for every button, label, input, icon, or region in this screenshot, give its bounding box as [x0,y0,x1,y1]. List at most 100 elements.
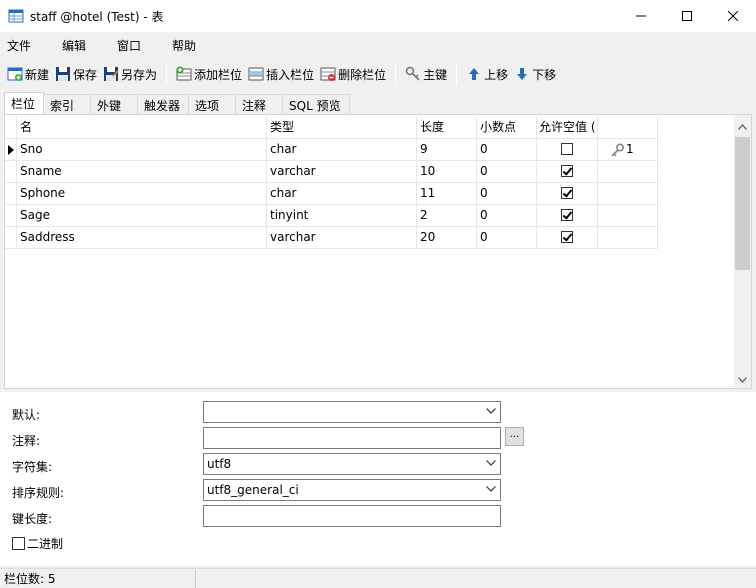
primary-key-button[interactable]: 主键 [402,62,450,86]
menu-edit[interactable]: 编辑 [55,37,98,54]
nullable-checkbox[interactable] [561,186,573,199]
field-decimals-cell[interactable]: 0 [477,205,537,227]
chevron-down-icon [738,376,747,383]
nullable-checkbox[interactable] [561,142,573,155]
row-indicator [5,139,17,161]
field-key-cell[interactable]: 1 [598,139,658,161]
tab-triggers[interactable]: 触发器 [137,94,190,114]
field-key-cell[interactable] [598,227,658,249]
menu-window[interactable]: 窗口 [110,37,153,54]
field-length-cell[interactable]: 2 [417,205,477,227]
default-select[interactable] [203,401,501,423]
maximize-button[interactable] [664,0,710,32]
collation-select[interactable]: utf8_general_ci [203,479,501,501]
tab-fields[interactable]: 栏位 [4,92,45,114]
field-properties-panel: 默认: 注释: ... 字符集: utf8 排序规则: utf8_general… [0,392,756,566]
move-up-button[interactable]: 上移 [463,62,511,86]
nullable-checkbox[interactable] [561,230,573,243]
field-length-cell[interactable]: 11 [417,183,477,205]
column-header-nullable[interactable]: 允许空值 ( [537,117,598,139]
menu-file[interactable]: 文件 [0,37,43,54]
chevron-up-icon [738,123,747,130]
table-row[interactable]: Sage tinyint 2 0 [5,205,658,227]
tab-comment[interactable]: 注释 [235,94,284,114]
field-length-cell[interactable]: 10 [417,161,477,183]
charset-select[interactable]: utf8 [203,453,501,475]
tab-sql-preview[interactable]: SQL 预览 [282,94,350,114]
key-order: 1 [626,142,634,156]
field-type-cell[interactable]: tinyint [267,205,417,227]
field-name-cell[interactable]: Saddress [17,227,267,249]
vertical-scrollbar[interactable] [734,115,751,388]
chevron-down-icon [486,460,496,466]
field-decimals-cell[interactable]: 0 [477,183,537,205]
toolbar-separator [166,63,168,85]
table-row[interactable]: Sname varchar 10 0 [5,161,658,183]
row-indicator [5,161,17,183]
field-nullable-cell[interactable] [537,227,598,249]
field-key-cell[interactable] [598,183,658,205]
field-length-cell[interactable]: 20 [417,227,477,249]
column-header-key[interactable] [598,117,658,139]
delete-field-icon [320,67,336,81]
key-length-field[interactable] [203,505,501,527]
table-row[interactable]: Saddress varchar 20 0 [5,227,658,249]
minimize-button[interactable] [618,0,664,32]
comment-edit-button[interactable]: ... [505,427,524,446]
comment-field[interactable] [203,427,501,449]
key-icon [405,66,420,81]
field-name-cell[interactable]: Sage [17,205,267,227]
field-length-cell[interactable]: 9 [417,139,477,161]
save-button[interactable]: 保存 [52,62,100,86]
move-down-button[interactable]: 下移 [511,62,559,86]
binary-option[interactable]: 二进制 [12,535,63,552]
field-type-cell[interactable]: varchar [267,161,417,183]
tab-foreign-keys[interactable]: 外键 [90,94,139,114]
field-name-cell[interactable]: Sno [17,139,267,161]
field-name-cell[interactable]: Sname [17,161,267,183]
status-bar: 栏位数: 5 [0,568,756,588]
current-row-arrow-icon [8,145,14,155]
nullable-checkbox[interactable] [561,208,573,221]
close-button[interactable] [710,0,756,32]
binary-checkbox[interactable] [12,537,25,550]
field-type-cell[interactable]: varchar [267,227,417,249]
field-nullable-cell[interactable] [537,183,598,205]
field-nullable-cell[interactable] [537,139,598,161]
table-row[interactable]: Sphone char 11 0 [5,183,658,205]
table-row[interactable]: Sno char 9 0 1 [5,139,658,161]
close-icon [728,11,738,21]
field-nullable-cell[interactable] [537,205,598,227]
column-header-name[interactable]: 名 [17,117,267,139]
chevron-down-icon [486,486,496,492]
field-key-cell[interactable] [598,161,658,183]
add-field-button[interactable]: 添加栏位 [173,62,245,86]
field-decimals-cell[interactable]: 0 [477,161,537,183]
tab-options[interactable]: 选项 [188,94,237,114]
scroll-up-button[interactable] [734,118,751,135]
column-header-decimals[interactable]: 小数点 [477,117,537,139]
column-header-length[interactable]: 长度 [417,117,477,139]
menu-bar: 文件 编辑 窗口 帮助 [0,32,756,58]
new-button[interactable]: 新建 [4,62,52,86]
field-type-cell[interactable]: char [267,139,417,161]
row-indicator [5,183,17,205]
insert-field-button[interactable]: 插入栏位 [245,62,317,86]
column-header-type[interactable]: 类型 [267,117,417,139]
scroll-thumb[interactable] [735,137,750,270]
scroll-down-button[interactable] [734,371,751,388]
nullable-checkbox[interactable] [561,164,573,177]
insert-field-button-label: 插入栏位 [266,67,315,82]
field-decimals-cell[interactable]: 0 [477,227,537,249]
field-type-cell[interactable]: char [267,183,417,205]
tab-indexes[interactable]: 索引 [43,94,92,114]
field-name-cell[interactable]: Sphone [17,183,267,205]
field-key-cell[interactable] [598,205,658,227]
delete-field-button-label: 删除栏位 [338,67,387,82]
chevron-down-icon [486,408,496,414]
menu-help[interactable]: 帮助 [165,37,208,54]
delete-field-button[interactable]: 删除栏位 [317,62,389,86]
field-decimals-cell[interactable]: 0 [477,139,537,161]
field-nullable-cell[interactable] [537,161,598,183]
save-as-button[interactable]: 另存为 [100,62,160,86]
